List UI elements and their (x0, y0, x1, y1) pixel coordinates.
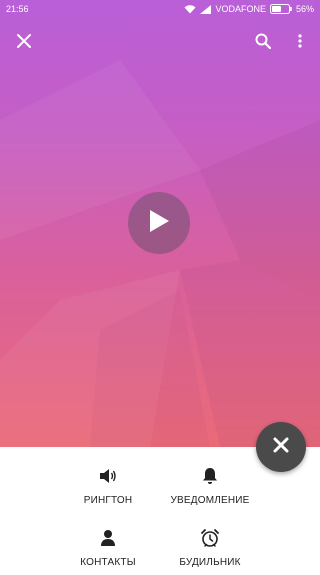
wifi-icon (184, 4, 196, 14)
search-button[interactable] (248, 28, 278, 58)
signal-icon (200, 4, 212, 14)
more-vert-icon (298, 33, 302, 53)
option-label: БУДИЛЬНИК (179, 557, 241, 568)
option-label: РИНГТОН (83, 495, 133, 506)
status-time: 21:56 (6, 4, 29, 14)
status-battery-text: 56% (295, 4, 314, 14)
search-icon (255, 33, 272, 54)
person-icon (100, 527, 116, 549)
play-icon (148, 209, 170, 238)
option-ringtone[interactable]: РИНГТОН (53, 465, 163, 515)
more-options-button[interactable] (285, 28, 315, 58)
play-button[interactable] (128, 192, 190, 254)
option-contacts[interactable]: КОНТАКТЫ (53, 527, 163, 575)
close-button[interactable] (9, 28, 39, 58)
wallpaper-preview: 21:56 VODAFONE 56% (0, 0, 320, 447)
alarm-clock-icon (200, 527, 220, 549)
status-bar: 21:56 VODAFONE 56% (0, 0, 320, 18)
top-toolbar (0, 28, 320, 58)
bell-icon (202, 465, 218, 487)
option-label: УВЕДОМЛЕНИЕ (170, 495, 250, 506)
option-label: КОНТАКТЫ (80, 557, 136, 568)
status-carrier: VODAFONE (215, 4, 266, 14)
battery-icon (269, 4, 292, 14)
close-icon (17, 33, 31, 53)
option-alarm[interactable]: БУДИЛЬНИК (155, 527, 265, 575)
close-icon (273, 437, 289, 458)
option-notification[interactable]: УВЕДОМЛЕНИЕ (155, 465, 265, 515)
speaker-icon (99, 465, 117, 487)
close-fab[interactable] (256, 422, 306, 472)
